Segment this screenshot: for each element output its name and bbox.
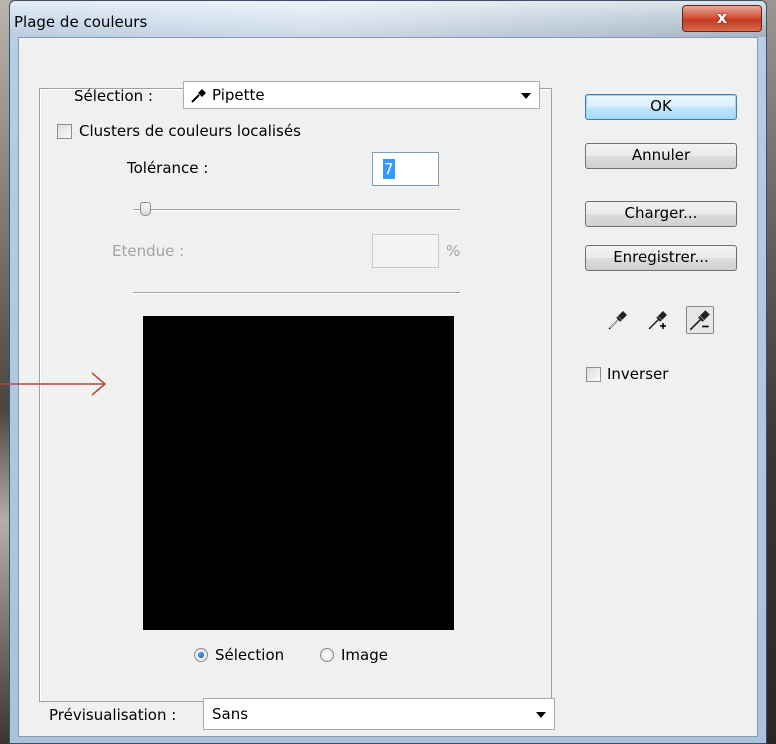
radio-selection[interactable]	[194, 648, 208, 662]
range-slider-track	[133, 292, 460, 294]
selection-dropdown[interactable]: Pipette	[183, 81, 540, 109]
radio-image-label: Image	[341, 646, 388, 664]
tolerance-label: Tolérance :	[127, 159, 209, 177]
chevron-down-icon	[536, 712, 546, 718]
invert-label: Inverser	[607, 365, 669, 383]
range-input[interactable]	[372, 234, 439, 268]
tolerance-value: 7	[383, 159, 395, 179]
range-unit: %	[446, 242, 461, 260]
invert-checkbox[interactable]	[586, 367, 601, 382]
save-button[interactable]: Enregistrer...	[585, 245, 737, 271]
previsualisation-dropdown[interactable]: Sans	[203, 698, 555, 730]
load-button[interactable]: Charger...	[585, 201, 737, 227]
range-label: Etendue :	[112, 242, 185, 260]
eyedropper-icon	[190, 87, 208, 107]
eyedropper-icon[interactable]	[606, 308, 630, 332]
cancel-button[interactable]: Annuler	[585, 143, 737, 169]
tolerance-slider-track[interactable]	[133, 209, 460, 211]
annotation-arrow	[0, 372, 107, 396]
chevron-down-icon	[521, 93, 531, 99]
tolerance-input[interactable]: 7	[372, 152, 439, 186]
eyedropper-minus-icon[interactable]	[686, 306, 714, 334]
tolerance-slider-thumb[interactable]	[140, 202, 151, 216]
radio-image[interactable]	[320, 648, 334, 662]
ok-button[interactable]: OK	[585, 94, 737, 120]
eyedropper-plus-icon[interactable]	[646, 308, 670, 332]
previsualisation-value: Sans	[212, 705, 249, 723]
preview-image	[143, 316, 454, 630]
radio-selected-dot	[198, 652, 204, 658]
selection-value: Pipette	[212, 86, 265, 104]
radio-selection-label: Sélection	[215, 646, 285, 664]
